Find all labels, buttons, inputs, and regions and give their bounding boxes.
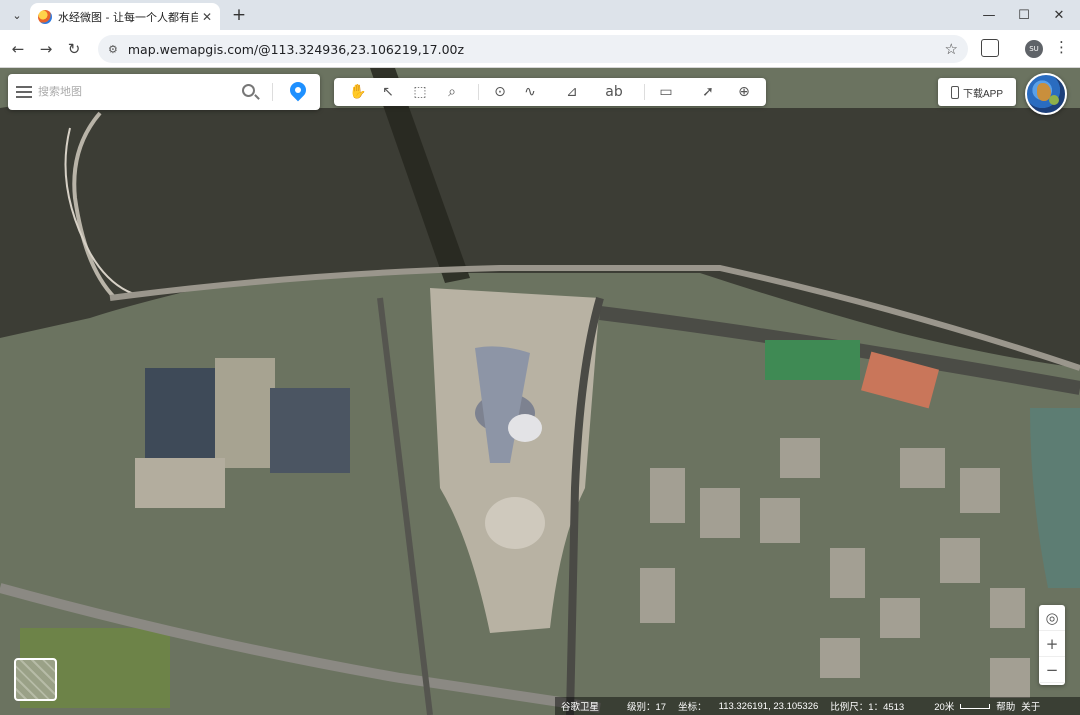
help-link[interactable]: 帮助: [996, 699, 1015, 713]
scale-bar: [960, 703, 991, 709]
wemap-favicon-icon: [38, 9, 52, 24]
menu-hamburger-icon[interactable]: [16, 86, 32, 98]
site-info-icon[interactable]: ⚙: [108, 43, 118, 56]
status-zoom-level: 级别：17: [627, 702, 667, 713]
search-icon[interactable]: [242, 84, 255, 97]
close-window-button[interactable]: ✕: [1044, 4, 1074, 26]
tab-search-chevron-icon[interactable]: ⌄: [6, 5, 28, 25]
download-app-button[interactable]: 下载APP: [938, 78, 1016, 106]
toolbar-divider: [478, 84, 479, 100]
tab-title: 水经微图 - 让每一个人都有自己: [58, 10, 198, 24]
browser-tab[interactable]: 水经微图 - 让每一个人都有自己 ✕: [30, 3, 220, 30]
box-select-icon[interactable]: ⬚: [410, 82, 430, 102]
globe-icon[interactable]: ⊕: [734, 82, 754, 102]
search-divider: [272, 83, 273, 101]
earth-view-button[interactable]: [1025, 73, 1067, 115]
profile-avatar[interactable]: SU: [1025, 40, 1043, 58]
minimize-button[interactable]: —: [974, 4, 1004, 26]
map-status-bar: 谷歌卫星 级别：17 坐标： 113.326191, 23.105326 比例尺…: [555, 697, 1080, 715]
status-scale: 比例尺：1：4513: [830, 702, 905, 713]
zoom-out-button[interactable]: −: [1039, 657, 1065, 683]
map-search-box: [8, 74, 320, 110]
close-tab-icon[interactable]: ✕: [202, 10, 212, 24]
browser-toolbar: ← → ↻ ⚙ map.wemapgis.com/@113.324936,23.…: [0, 30, 1080, 68]
toolbar-divider: [644, 84, 645, 100]
forward-button[interactable]: →: [34, 37, 58, 61]
back-button[interactable]: ←: [6, 37, 30, 61]
status-coordinates: 113.326191, 23.105326: [718, 700, 819, 712]
url-text[interactable]: map.wemapgis.com/@113.324936,23.106219,1…: [128, 42, 464, 57]
map-search-input[interactable]: [38, 86, 228, 98]
browser-menu-icon[interactable]: ⋮: [1054, 38, 1069, 56]
locate-me-icon[interactable]: ◎: [1039, 605, 1065, 631]
status-coord-label: 坐标：: [678, 702, 707, 713]
measure-icon[interactable]: ▭: [656, 82, 676, 102]
address-bar[interactable]: ⚙ map.wemapgis.com/@113.324936,23.106219…: [98, 35, 968, 63]
pointer-info-icon[interactable]: ➚: [698, 82, 718, 102]
hand-icon[interactable]: ✋: [348, 82, 368, 102]
satellite-imagery: [0, 68, 1080, 715]
map-toolbar: ✋ ↖ ⬚ ⌕ ⊙ ∿ ⊿ ab ▭ ➚ ⊕: [334, 78, 766, 106]
maximize-button[interactable]: ☐: [1009, 4, 1039, 26]
location-pin-icon[interactable]: [286, 78, 310, 102]
status-layer: 谷歌卫星: [561, 702, 600, 713]
status-distance: 20米: [934, 702, 955, 713]
extensions-icon[interactable]: [981, 39, 999, 57]
label-icon[interactable]: ab: [604, 82, 624, 102]
zoom-area-icon[interactable]: ⌕: [442, 82, 462, 102]
about-link[interactable]: 关于: [1021, 699, 1040, 713]
download-app-label: 下载APP: [962, 88, 1003, 100]
browser-tab-bar: ⌄ 水经微图 - 让每一个人都有自己 ✕ + — ☐ ✕: [0, 0, 1080, 30]
reload-button[interactable]: ↻: [62, 37, 86, 61]
map-viewport[interactable]: ✋ ↖ ⬚ ⌕ ⊙ ∿ ⊿ ab ▭ ➚ ⊕ 下载APP ◎ + − 谷歌卫星 …: [0, 68, 1080, 715]
marker-icon[interactable]: ⊙: [490, 82, 510, 102]
new-tab-button[interactable]: +: [228, 4, 250, 26]
polyline-icon[interactable]: ∿: [520, 82, 540, 102]
phone-icon: [950, 85, 959, 99]
bookmark-star-icon[interactable]: ☆: [945, 40, 958, 58]
polygon-icon[interactable]: ⊿: [562, 82, 582, 102]
zoom-in-button[interactable]: +: [1039, 631, 1065, 657]
select-icon[interactable]: ↖: [378, 82, 398, 102]
layer-switch-thumbnail[interactable]: [14, 658, 57, 701]
zoom-control: ◎ + −: [1039, 605, 1065, 685]
